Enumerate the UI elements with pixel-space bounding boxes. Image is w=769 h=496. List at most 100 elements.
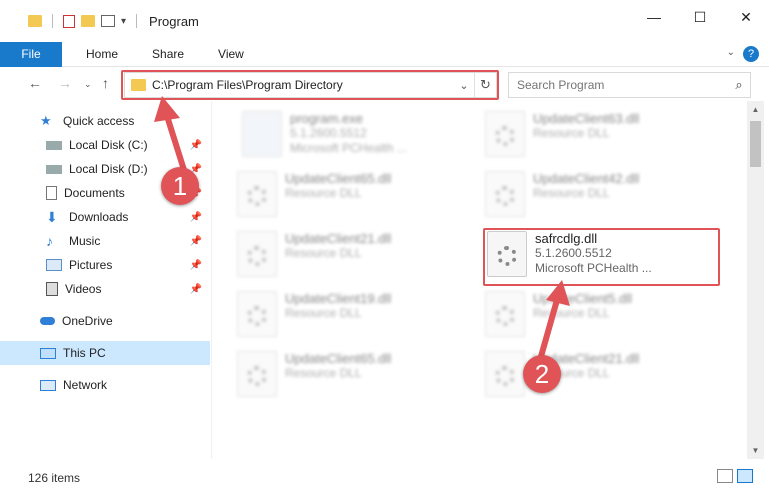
file-detail: Resource DLL: [285, 246, 362, 260]
nav-item-onedrive[interactable]: OneDrive: [0, 309, 210, 333]
dll-file-icon: [237, 351, 277, 397]
dll-file-icon: [485, 171, 525, 217]
dll-file-icon: [485, 291, 525, 337]
nav-item-music[interactable]: ♪ Music 📌: [0, 229, 210, 253]
dll-file-icon: [485, 351, 525, 397]
back-arrow-icon[interactable]: ←: [28, 75, 42, 91]
nav-item-local-disk-c[interactable]: Local Disk (C:) 📌: [0, 133, 210, 157]
documents-icon: [46, 186, 57, 200]
nav-item-network[interactable]: Network: [0, 373, 210, 397]
network-icon: [40, 379, 56, 391]
file-tile[interactable]: UpdateClient5.dll Resource DLL: [485, 291, 720, 347]
file-detail: Resource DLL: [285, 366, 362, 380]
dll-file-icon: [237, 291, 277, 337]
minimize-button[interactable]: —: [631, 0, 677, 34]
up-arrow-icon[interactable]: ↑: [102, 75, 109, 91]
dll-file-icon: [237, 171, 277, 217]
scrollbar-thumb[interactable]: [750, 121, 761, 167]
toolbar-separator: [52, 14, 53, 28]
forward-arrow-icon[interactable]: →: [58, 75, 72, 91]
tab-home[interactable]: Home: [62, 42, 132, 67]
expand-ribbon-chevron-icon[interactable]: ⌄: [727, 47, 735, 58]
nav-item-this-pc[interactable]: This PC: [0, 341, 210, 365]
nav-item-label: Videos: [65, 282, 102, 296]
callout-badge-2: 2: [523, 355, 561, 393]
vertical-scrollbar[interactable]: ▲ ▼: [747, 101, 764, 459]
search-box[interactable]: ⌕: [508, 72, 751, 98]
ribbon-tabs: File Home Share View ⌄ ?: [0, 41, 769, 67]
file-detail: Resource DLL: [533, 306, 610, 320]
tab-view[interactable]: View: [198, 42, 258, 67]
address-dropdown-chevron-icon[interactable]: ⌄: [454, 79, 474, 92]
nav-item-label: Network: [63, 378, 108, 392]
window-title: Program: [149, 13, 199, 29]
view-options-icon[interactable]: [101, 15, 115, 27]
file-tile[interactable]: UpdateClient21.dll Resource DLL: [485, 351, 720, 407]
exe-file-icon: [242, 111, 282, 157]
refresh-icon[interactable]: ↻: [474, 73, 496, 97]
address-bar[interactable]: C:\Program Files\Program Directory ⌄ ↻: [124, 72, 497, 98]
tab-share[interactable]: Share: [132, 42, 198, 67]
search-icon[interactable]: ⌕: [728, 77, 750, 93]
nav-item-videos[interactable]: Videos 📌: [0, 277, 210, 301]
details-view-icon[interactable]: [717, 469, 733, 483]
callout-badge-1: 1: [161, 167, 199, 205]
nav-item-label: Quick access: [63, 114, 135, 128]
nav-item-label: Local Disk (D:): [69, 162, 148, 176]
file-tile[interactable]: program.exe 5.1.2600.5512 Microsoft PCHe…: [242, 111, 477, 167]
nav-item-label: Documents: [64, 186, 125, 200]
search-input[interactable]: [517, 78, 728, 92]
file-name: UpdateClient19.dll: [285, 291, 392, 306]
nav-item-downloads[interactable]: ⬇ Downloads 📌: [0, 205, 210, 229]
file-tile[interactable]: UpdateClient42.dll Resource DLL: [485, 171, 720, 227]
pin-icon: 📌: [189, 283, 202, 295]
gear-icon: [495, 306, 515, 326]
file-name: program.exe: [290, 111, 363, 126]
maximize-button[interactable]: ☐: [677, 0, 723, 34]
nav-item-label: OneDrive: [62, 314, 113, 328]
file-tile[interactable]: UpdateClient65.dll Resource DLL: [237, 351, 472, 407]
help-icon[interactable]: ?: [743, 46, 759, 62]
file-tile[interactable]: UpdateClient19.dll Resource DLL: [237, 291, 472, 347]
nav-item-label: This PC: [63, 346, 106, 360]
properties-icon[interactable]: [63, 14, 75, 28]
customize-toolbar-dropdown-icon[interactable]: ▾: [121, 16, 126, 27]
scroll-down-arrow-icon[interactable]: ▼: [747, 442, 764, 459]
scroll-up-arrow-icon[interactable]: ▲: [747, 101, 764, 118]
title-bar: ▾ Program — ☐ ✕: [0, 0, 769, 42]
quick-access-toolbar: ▾: [28, 14, 141, 28]
drive-icon: [46, 164, 62, 174]
folder-icon[interactable]: [28, 15, 42, 27]
file-detail: Resource DLL: [533, 126, 610, 140]
file-tile[interactable]: UpdateClient65.dll Resource DLL: [237, 171, 472, 227]
gear-icon: [247, 246, 267, 266]
music-icon: ♪: [46, 233, 53, 249]
nav-item-quick-access[interactable]: ★ Quick access: [0, 109, 210, 133]
close-button[interactable]: ✕: [723, 0, 769, 34]
nav-item-label: Local Disk (C:): [69, 138, 148, 152]
navigation-pane: ★ Quick access Local Disk (C:) 📌 Local D…: [0, 101, 212, 459]
file-detail: 5.1.2600.5512: [290, 126, 367, 140]
computer-icon: [40, 347, 56, 359]
file-tile[interactable]: UpdateClient63.dll Resource DLL: [485, 111, 720, 167]
tab-file[interactable]: File: [0, 41, 62, 67]
gear-icon: [247, 366, 267, 386]
address-row: ← → ⌄ ↑ C:\Program Files\Program Directo…: [0, 67, 769, 101]
large-icons-view-icon[interactable]: [737, 469, 753, 483]
view-switcher: [717, 469, 753, 483]
nav-item-pictures[interactable]: Pictures 📌: [0, 253, 210, 277]
new-folder-icon[interactable]: [81, 15, 95, 27]
gear-icon: [495, 186, 515, 206]
nav-item-label: Pictures: [69, 258, 113, 272]
folder-icon: [131, 79, 146, 91]
recent-locations-chevron-icon[interactable]: ⌄: [84, 79, 92, 90]
cloud-icon: [40, 317, 55, 325]
address-path[interactable]: C:\Program Files\Program Directory: [152, 78, 454, 92]
pin-icon: 📌: [189, 139, 202, 151]
file-tile[interactable]: UpdateClient21.dll Resource DLL: [237, 231, 472, 287]
gear-icon: [495, 366, 515, 386]
file-detail: Resource DLL: [285, 186, 362, 200]
pictures-icon: [46, 259, 62, 271]
drive-icon: [46, 140, 62, 150]
dll-file-icon: [237, 231, 277, 277]
